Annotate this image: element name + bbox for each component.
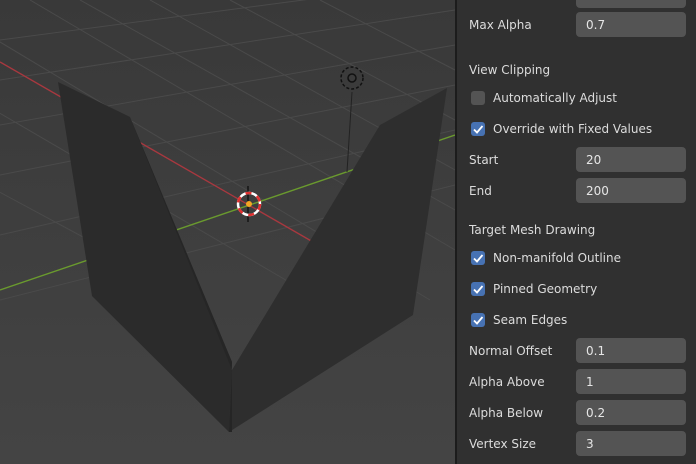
override-fixed-label: Override with Fixed Values	[493, 121, 653, 136]
pinned-geometry-row[interactable]: Pinned Geometry	[457, 273, 696, 304]
non-manifold-label: Non-manifold Outline	[493, 250, 621, 265]
view-clipping-title: View Clipping	[469, 62, 551, 77]
vertex-size-field[interactable]: 3	[576, 431, 686, 456]
alpha-below-label: Alpha Below	[469, 405, 544, 420]
auto-adjust-row[interactable]: Automatically Adjust	[457, 82, 696, 113]
clip-end-field[interactable]: 200	[576, 178, 686, 203]
max-alpha-row: Max Alpha 0.7	[457, 9, 696, 40]
clip-end-row: End 200	[457, 175, 696, 206]
checkmark-icon	[473, 284, 484, 294]
seam-edges-checkbox[interactable]	[471, 312, 485, 327]
normal-offset-field[interactable]: 0.1	[576, 338, 686, 363]
viewport-scene	[0, 0, 455, 464]
view-clipping-heading: View Clipping	[457, 54, 696, 85]
alpha-above-label: Alpha Above	[469, 374, 545, 389]
target-mesh-heading: Target Mesh Drawing	[457, 214, 696, 245]
non-manifold-row[interactable]: Non-manifold Outline	[457, 242, 696, 273]
override-fixed-checkbox[interactable]	[471, 121, 485, 136]
alpha-above-row: Alpha Above 1	[457, 366, 696, 397]
clip-start-row: Start 20	[457, 144, 696, 175]
clip-start-label: Start	[469, 152, 499, 167]
vertex-size-row: Vertex Size 3	[457, 428, 696, 459]
non-manifold-checkbox[interactable]	[471, 250, 485, 265]
seam-edges-row[interactable]: Seam Edges	[457, 304, 696, 335]
previous-field[interactable]	[576, 0, 686, 8]
overlay-properties-panel: Max Alpha 0.7 View Clipping Automaticall…	[457, 0, 696, 464]
clip-end-label: End	[469, 183, 492, 198]
pinned-geometry-label: Pinned Geometry	[493, 281, 598, 296]
clip-start-field[interactable]: 20	[576, 147, 686, 172]
seam-edges-label: Seam Edges	[493, 312, 568, 327]
3d-viewport[interactable]	[0, 0, 455, 464]
auto-adjust-label: Automatically Adjust	[493, 90, 617, 105]
vertex-size-label: Vertex Size	[469, 436, 537, 451]
alpha-above-field[interactable]: 1	[576, 369, 686, 394]
alpha-below-row: Alpha Below 0.2	[457, 397, 696, 428]
checkmark-icon	[473, 253, 484, 263]
normal-offset-row: Normal Offset 0.1	[457, 335, 696, 366]
checkmark-icon	[473, 315, 484, 325]
max-alpha-field[interactable]: 0.7	[576, 12, 686, 37]
override-fixed-row[interactable]: Override with Fixed Values	[457, 113, 696, 144]
checkmark-icon	[473, 124, 484, 134]
max-alpha-label: Max Alpha	[469, 17, 532, 32]
pinned-geometry-checkbox[interactable]	[471, 281, 485, 296]
alpha-below-field[interactable]: 0.2	[576, 400, 686, 425]
normal-offset-label: Normal Offset	[469, 343, 553, 358]
target-mesh-title: Target Mesh Drawing	[469, 222, 596, 237]
auto-adjust-checkbox[interactable]	[471, 90, 485, 105]
